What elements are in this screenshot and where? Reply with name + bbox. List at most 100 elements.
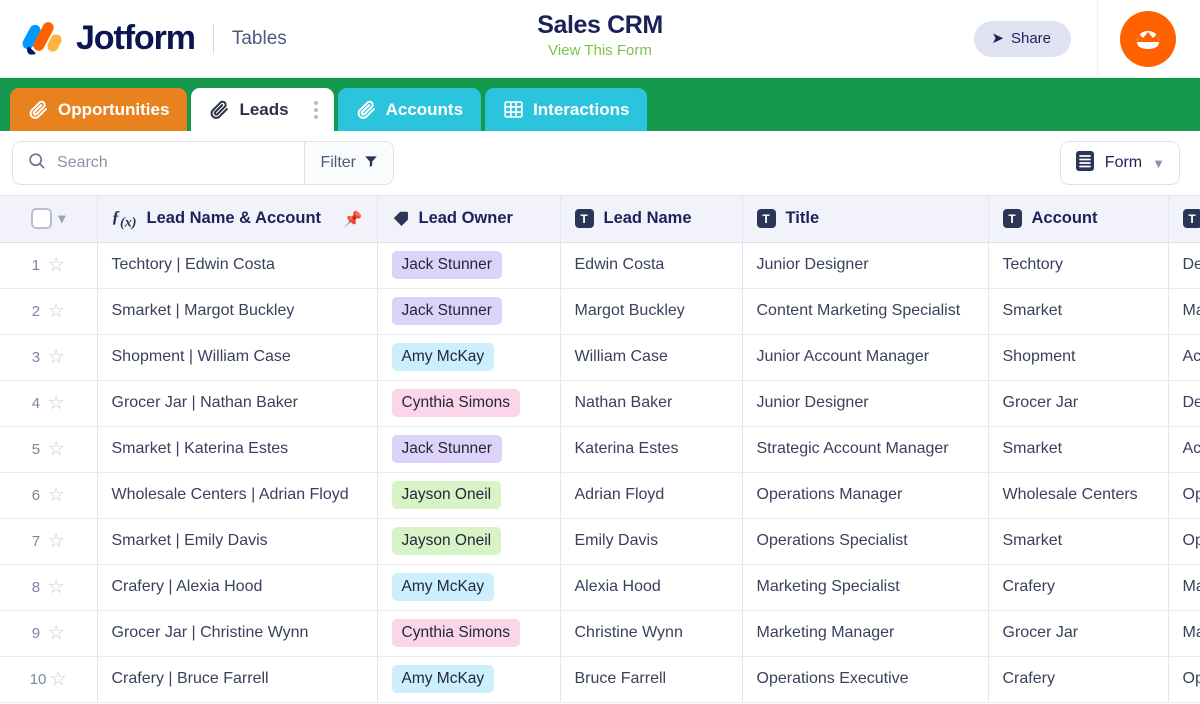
cell-lead-owner[interactable]: Amy McKay: [377, 564, 560, 610]
cell-lead-name-account[interactable]: Smarket | Emily Davis: [97, 518, 377, 564]
cell-title[interactable]: Junior Designer: [742, 380, 988, 426]
cell-account[interactable]: Shopment: [988, 334, 1168, 380]
cell-account[interactable]: Grocer Jar: [988, 610, 1168, 656]
cell-department[interactable]: Marketing: [1168, 610, 1200, 656]
cell-lead-owner[interactable]: Jayson Oneil: [377, 472, 560, 518]
cell-account[interactable]: Techtory: [988, 242, 1168, 288]
data-table-area[interactable]: ▾ ƒ(x) Lead Name & Account 📌 L: [0, 195, 1200, 703]
cell-account[interactable]: Crafery: [988, 564, 1168, 610]
column-header-lead-owner[interactable]: Lead Owner: [377, 196, 560, 242]
table-row[interactable]: 2☆Smarket | Margot BuckleyJack StunnerMa…: [0, 288, 1200, 334]
star-outline-icon[interactable]: ☆: [50, 670, 67, 689]
star-outline-icon[interactable]: ☆: [48, 486, 65, 505]
cell-title[interactable]: Operations Manager: [742, 472, 988, 518]
cell-lead-name[interactable]: Nathan Baker: [560, 380, 742, 426]
table-row[interactable]: 4☆Grocer Jar | Nathan BakerCynthia Simon…: [0, 380, 1200, 426]
cell-lead-name-account[interactable]: Grocer Jar | Nathan Baker: [97, 380, 377, 426]
cell-lead-name[interactable]: Christine Wynn: [560, 610, 742, 656]
cell-department[interactable]: Marketing: [1168, 564, 1200, 610]
star-outline-icon[interactable]: ☆: [48, 532, 65, 551]
cell-lead-name-account[interactable]: Shopment | William Case: [97, 334, 377, 380]
cell-account[interactable]: Grocer Jar: [988, 380, 1168, 426]
cell-title[interactable]: Marketing Manager: [742, 610, 988, 656]
cell-lead-owner[interactable]: Amy McKay: [377, 656, 560, 702]
cell-lead-owner[interactable]: Amy McKay: [377, 334, 560, 380]
cell-lead-name[interactable]: Margot Buckley: [560, 288, 742, 334]
star-outline-icon[interactable]: ☆: [48, 394, 65, 413]
cell-department[interactable]: Operations: [1168, 518, 1200, 564]
table-row[interactable]: 3☆Shopment | William CaseAmy McKayWillia…: [0, 334, 1200, 380]
cell-lead-name-account[interactable]: Grocer Jar | Christine Wynn: [97, 610, 377, 656]
table-row[interactable]: 10☆Crafery | Bruce FarrellAmy McKayBruce…: [0, 656, 1200, 702]
cell-lead-name[interactable]: Alexia Hood: [560, 564, 742, 610]
cell-department[interactable]: Design: [1168, 242, 1200, 288]
column-header-department[interactable]: T: [1168, 196, 1200, 242]
tab-opportunities[interactable]: Opportunities: [10, 88, 187, 131]
cell-department[interactable]: Marketing: [1168, 288, 1200, 334]
cell-department[interactable]: Design: [1168, 380, 1200, 426]
cell-account[interactable]: Smarket: [988, 426, 1168, 472]
cell-lead-owner[interactable]: Cynthia Simons: [377, 610, 560, 656]
form-view-button[interactable]: Form ▼: [1060, 141, 1180, 185]
view-this-form-link[interactable]: View This Form: [0, 40, 1200, 62]
column-header-lead-name[interactable]: T Lead Name: [560, 196, 742, 242]
cell-lead-name[interactable]: Adrian Floyd: [560, 472, 742, 518]
cell-lead-name-account[interactable]: Wholesale Centers | Adrian Floyd: [97, 472, 377, 518]
cell-account[interactable]: Wholesale Centers: [988, 472, 1168, 518]
checkbox-icon[interactable]: [31, 208, 52, 229]
cell-lead-name-account[interactable]: Crafery | Bruce Farrell: [97, 656, 377, 702]
star-outline-icon[interactable]: ☆: [48, 256, 65, 275]
cell-lead-owner[interactable]: Jack Stunner: [377, 288, 560, 334]
star-outline-icon[interactable]: ☆: [48, 302, 65, 321]
cell-title[interactable]: Junior Account Manager: [742, 334, 988, 380]
star-outline-icon[interactable]: ☆: [48, 624, 65, 643]
cell-lead-name[interactable]: William Case: [560, 334, 742, 380]
cell-lead-name-account[interactable]: Smarket | Katerina Estes: [97, 426, 377, 472]
column-header-account[interactable]: T Account: [988, 196, 1168, 242]
cell-lead-name[interactable]: Emily Davis: [560, 518, 742, 564]
cell-title[interactable]: Strategic Account Manager: [742, 426, 988, 472]
cell-lead-name-account[interactable]: Crafery | Alexia Hood: [97, 564, 377, 610]
table-row[interactable]: 9☆Grocer Jar | Christine WynnCynthia Sim…: [0, 610, 1200, 656]
cell-lead-owner[interactable]: Jayson Oneil: [377, 518, 560, 564]
cell-account[interactable]: Crafery: [988, 656, 1168, 702]
cell-department[interactable]: Accounting: [1168, 334, 1200, 380]
cell-title[interactable]: Operations Executive: [742, 656, 988, 702]
cell-lead-owner[interactable]: Jack Stunner: [377, 426, 560, 472]
star-outline-icon[interactable]: ☆: [48, 578, 65, 597]
star-outline-icon[interactable]: ☆: [48, 440, 65, 459]
cell-account[interactable]: Smarket: [988, 288, 1168, 334]
cell-lead-name[interactable]: Edwin Costa: [560, 242, 742, 288]
table-row[interactable]: 7☆Smarket | Emily DavisJayson OneilEmily…: [0, 518, 1200, 564]
tab-interactions[interactable]: Interactions: [485, 88, 647, 131]
chevron-down-icon[interactable]: ▾: [58, 210, 65, 227]
cell-title[interactable]: Operations Specialist: [742, 518, 988, 564]
tab-accounts[interactable]: Accounts: [338, 88, 481, 131]
cell-lead-name[interactable]: Katerina Estes: [560, 426, 742, 472]
table-row[interactable]: 8☆Crafery | Alexia HoodAmy McKayAlexia H…: [0, 564, 1200, 610]
cell-account[interactable]: Smarket: [988, 518, 1168, 564]
table-row[interactable]: 5☆Smarket | Katerina EstesJack StunnerKa…: [0, 426, 1200, 472]
cell-lead-owner[interactable]: Cynthia Simons: [377, 380, 560, 426]
pin-icon[interactable]: 📌: [344, 210, 363, 228]
cell-title[interactable]: Junior Designer: [742, 242, 988, 288]
cell-lead-name-account[interactable]: Techtory | Edwin Costa: [97, 242, 377, 288]
table-row[interactable]: 6☆Wholesale Centers | Adrian FloydJayson…: [0, 472, 1200, 518]
cell-department[interactable]: Accounting: [1168, 426, 1200, 472]
cell-title[interactable]: Content Marketing Specialist: [742, 288, 988, 334]
cell-department[interactable]: Operations: [1168, 472, 1200, 518]
table-row[interactable]: 1☆Techtory | Edwin CostaJack StunnerEdwi…: [0, 242, 1200, 288]
cell-lead-owner[interactable]: Jack Stunner: [377, 242, 560, 288]
cell-lead-name-account[interactable]: Smarket | Margot Buckley: [97, 288, 377, 334]
tab-leads[interactable]: Leads: [191, 88, 333, 131]
filter-button[interactable]: Filter: [304, 142, 393, 184]
cell-department[interactable]: Operations: [1168, 656, 1200, 702]
cell-lead-name[interactable]: Bruce Farrell: [560, 656, 742, 702]
column-header-lead-name-account[interactable]: ƒ(x) Lead Name & Account 📌: [97, 196, 377, 242]
column-header-title[interactable]: T Title: [742, 196, 988, 242]
star-outline-icon[interactable]: ☆: [48, 348, 65, 367]
search-input[interactable]: [57, 154, 304, 172]
vertical-dots-icon[interactable]: [308, 101, 324, 119]
cell-title[interactable]: Marketing Specialist: [742, 564, 988, 610]
app-header: Jotform Tables Sales CRM View This Form …: [0, 0, 1200, 78]
